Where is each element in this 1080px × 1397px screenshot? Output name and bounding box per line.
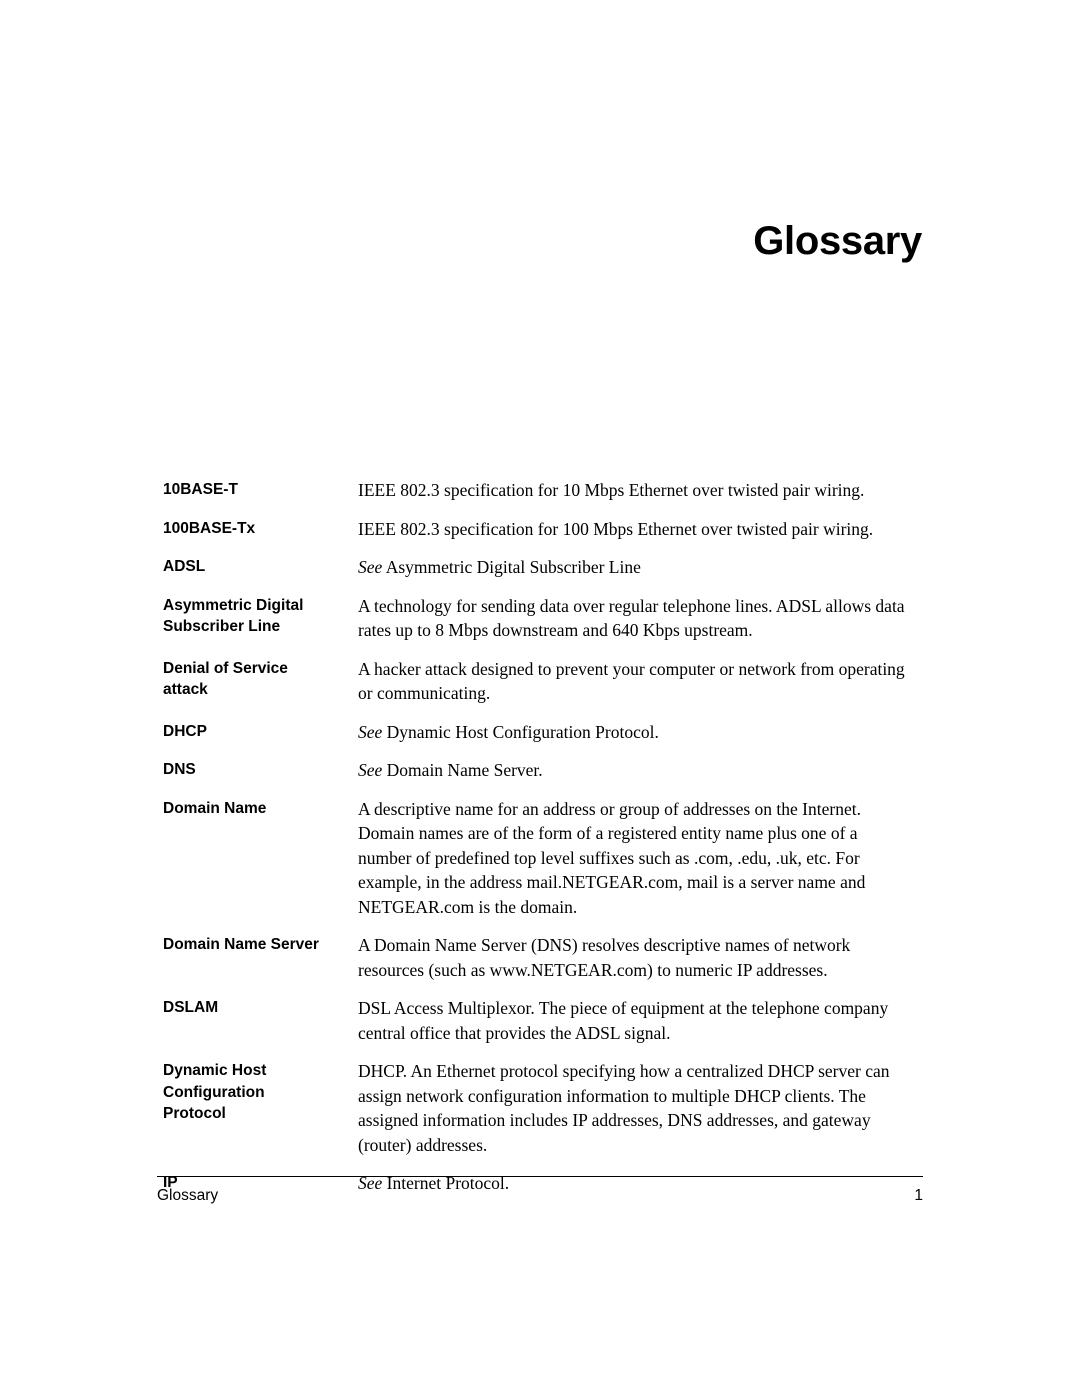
cross-reference-target: Dynamic Host Configuration Protocol. <box>382 721 659 742</box>
glossary-entry: ADSL See Asymmetric Digital Subscriber Li… <box>163 555 925 580</box>
glossary-definition-line: (router) addresses. <box>358 1134 488 1155</box>
glossary-term: DSLAM <box>163 996 358 1019</box>
glossary-definition: See Asymmetric Digital Subscriber Line <box>358 555 925 580</box>
glossary-term-line: Asymmetric Digital <box>163 596 304 614</box>
page-footer: Glossary 1 <box>157 1186 923 1206</box>
glossary-definition-line: or communicating. <box>358 683 491 703</box>
glossary-term-line: ADSL <box>163 558 206 575</box>
glossary-definition: IEEE 802.3 specification for 100 Mbps Et… <box>358 517 925 542</box>
glossary-definition-line: Domain names are of the form of a regist… <box>358 823 858 843</box>
glossary-term-line: DNS <box>163 761 196 778</box>
glossary-term-line: Domain Name <box>163 799 267 817</box>
glossary-definition-line: A technology for sending data over regul… <box>358 595 905 616</box>
glossary-entry: Asymmetric Digital Subscriber Line A techn… <box>163 594 925 643</box>
glossary-term-line: Domain Name Server <box>163 936 319 953</box>
footer-chapter-label: Glossary <box>157 1187 219 1204</box>
glossary-term-line: DHCP <box>163 722 207 740</box>
glossary-entry-list: 10BASE-T IEEE 802.3 specification for 10 … <box>163 478 925 1210</box>
document-page: Glossary 10BASE-T IEEE 802.3 specificatio… <box>0 0 1080 1397</box>
footer-page-number: 1 <box>914 1187 923 1204</box>
glossary-term: 100BASE-Tx <box>163 517 358 540</box>
glossary-definition: IEEE 802.3 specification for 10 Mbps Eth… <box>358 478 925 503</box>
glossary-term: 10BASE-T <box>163 478 358 501</box>
glossary-term-line: 10BASE-T <box>163 481 238 498</box>
glossary-definition-line: resources (such as www.NETGEAR.com) to n… <box>358 959 828 980</box>
glossary-definition-line: See Asymmetric Digital Subscriber Line <box>358 555 925 580</box>
glossary-definition-line: rates up to 8 Mbps downstream and 640 Kb… <box>358 620 753 640</box>
glossary-definition-line: central office that provides the ADSL si… <box>358 1022 671 1043</box>
glossary-definition-line: DSL Access Multiplexor. The piece of equ… <box>358 998 889 1018</box>
glossary-term-line: Dynamic Host <box>163 1062 267 1079</box>
glossary-term-line: attack <box>163 681 208 698</box>
glossary-term-line: 100BASE-Tx <box>163 519 256 537</box>
glossary-entry: Denial of Service attack A hacker attack d… <box>163 657 925 706</box>
glossary-term: Denial of Service attack <box>163 657 358 701</box>
glossary-entry: 10BASE-T IEEE 802.3 specification for 10 … <box>163 478 925 503</box>
glossary-definition-line: See Dynamic Host Configuration Protocol. <box>358 720 925 745</box>
cross-reference-target: Domain Name Server. <box>382 760 543 780</box>
glossary-entry: DSLAM DSL Access Multiplexor. The piece o… <box>163 996 925 1045</box>
glossary-definition-line: example, in the address mail.NETGEAR.com… <box>358 872 866 892</box>
glossary-definition: A technology for sending data over regul… <box>358 594 925 643</box>
glossary-definition: See Dynamic Host Configuration Protocol. <box>358 720 925 745</box>
cross-reference-see: See <box>358 557 383 577</box>
glossary-definition: DSL Access Multiplexor. The piece of equ… <box>358 996 925 1045</box>
glossary-definition: A descriptive name for an address or gro… <box>358 797 925 920</box>
cross-reference-target: Asymmetric Digital Subscriber Line <box>382 557 641 577</box>
glossary-entry: Domain Name A descriptive name for an add… <box>163 797 925 920</box>
cross-reference-see: See <box>358 721 383 742</box>
glossary-term: DNS <box>163 758 358 781</box>
glossary-definition-line: A descriptive name for an address or gro… <box>358 798 861 819</box>
glossary-term-line: Denial of Service <box>163 659 288 677</box>
glossary-definition-line: IEEE 802.3 specification for 100 Mbps Et… <box>358 518 874 539</box>
glossary-definition-line: NETGEAR.com is the domain. <box>358 896 578 917</box>
glossary-term: Domain Name Server <box>163 933 358 956</box>
glossary-definition-line: assigned information includes IP address… <box>358 1110 871 1130</box>
glossary-definition: A hacker attack designed to prevent your… <box>358 657 925 706</box>
glossary-definition-line: IEEE 802.3 specification for 10 Mbps Eth… <box>358 480 865 500</box>
glossary-definition: DHCP. An Ethernet protocol specifying ho… <box>358 1059 925 1157</box>
glossary-definition: See Domain Name Server. <box>358 758 925 783</box>
glossary-entry: DNS See Domain Name Server. <box>163 758 925 783</box>
glossary-entry: 100BASE-Tx IEEE 802.3 specification for 1… <box>163 517 925 542</box>
glossary-definition-line: number of predefined top level suffixes … <box>358 847 860 868</box>
glossary-entry: Dynamic Host Configuration Protocol DHCP. A… <box>163 1059 925 1157</box>
page-title: Glossary <box>753 219 922 263</box>
glossary-term: Asymmetric Digital Subscriber Line <box>163 594 358 638</box>
glossary-definition-line: DHCP. An Ethernet protocol specifying ho… <box>358 1061 890 1081</box>
glossary-entry: Domain Name Server A Domain Name Server (… <box>163 933 925 982</box>
glossary-definition-line: A hacker attack designed to prevent your… <box>358 658 905 679</box>
glossary-term-line: DSLAM <box>163 999 219 1016</box>
glossary-entry: DHCP See Dynamic Host Configuration Proto… <box>163 720 925 745</box>
glossary-term: Dynamic Host Configuration Protocol <box>163 1059 358 1125</box>
glossary-term: Domain Name <box>163 797 358 820</box>
glossary-term-line: Subscriber Line <box>163 618 281 635</box>
glossary-definition-line: A Domain Name Server (DNS) resolves desc… <box>358 935 851 955</box>
glossary-definition-line: assign network configuration information… <box>358 1085 866 1106</box>
glossary-term-line: Configuration <box>163 1083 265 1101</box>
footer-divider <box>157 1176 923 1177</box>
glossary-definition: A Domain Name Server (DNS) resolves desc… <box>358 933 925 982</box>
glossary-term-line: Protocol <box>163 1105 226 1122</box>
glossary-term: ADSL <box>163 555 358 578</box>
glossary-term: DHCP <box>163 720 358 743</box>
cross-reference-see: See <box>358 760 383 780</box>
glossary-definition-line: See Domain Name Server. <box>358 758 925 783</box>
